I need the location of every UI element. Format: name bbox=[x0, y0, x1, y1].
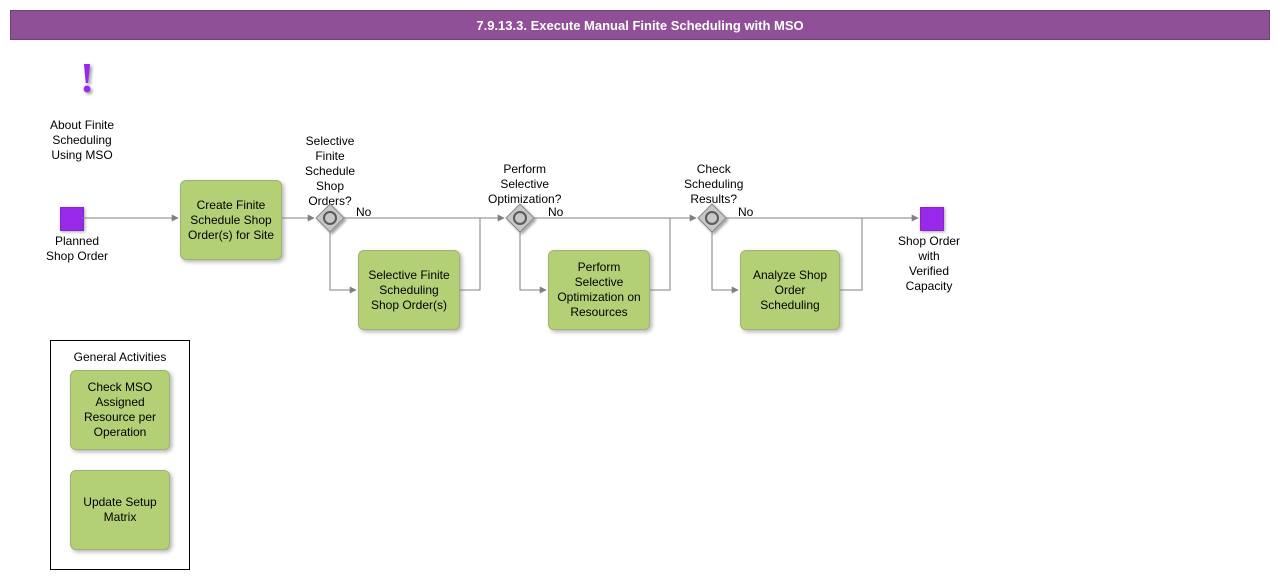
activity-check-mso-assigned-resource[interactable]: Check MSO Assigned Resource per Operatio… bbox=[70, 370, 170, 450]
activity-selective-finite-scheduling[interactable]: Selective Finite Scheduling Shop Order(s… bbox=[358, 250, 460, 330]
gateway-2 bbox=[506, 204, 534, 232]
start-event bbox=[60, 207, 84, 231]
gateway-3-label: Check Scheduling Results? bbox=[684, 162, 743, 207]
activity-create-finite-schedule[interactable]: Create Finite Schedule Shop Order(s) for… bbox=[180, 180, 282, 260]
gateway-1-no-label: No bbox=[356, 205, 371, 219]
gateway-3 bbox=[698, 204, 726, 232]
gateway-1-label: Selective Finite Schedule Shop Orders? bbox=[305, 134, 355, 209]
gateway-2-label: Perform Selective Optimization? bbox=[488, 162, 561, 207]
gateway-2-no-label: No bbox=[548, 205, 563, 219]
info-icon: ! bbox=[80, 55, 94, 103]
activity-analyze-shop-order-scheduling[interactable]: Analyze Shop Order Scheduling bbox=[740, 250, 840, 330]
title-bar: 7.9.13.3. Execute Manual Finite Scheduli… bbox=[10, 10, 1270, 40]
info-label: About Finite Scheduling Using MSO bbox=[50, 118, 114, 163]
end-event bbox=[920, 207, 944, 231]
activity-perform-selective-optimization[interactable]: Perform Selective Optimization on Resour… bbox=[548, 250, 650, 330]
general-activities-title: General Activities bbox=[72, 350, 168, 364]
gateway-3-no-label: No bbox=[738, 205, 753, 219]
start-label: Planned Shop Order bbox=[46, 234, 108, 264]
activity-update-setup-matrix[interactable]: Update Setup Matrix bbox=[70, 470, 170, 550]
end-label: Shop Order with Verified Capacity bbox=[898, 234, 960, 294]
